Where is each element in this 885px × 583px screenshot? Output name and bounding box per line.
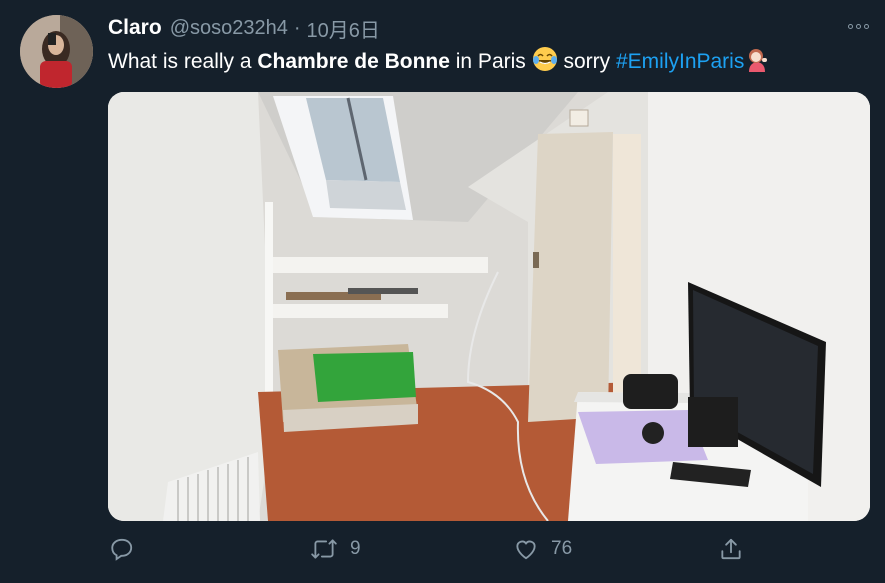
retweet-button[interactable]: 9 (310, 536, 361, 562)
hashtag-link[interactable]: #EmilyInParis (616, 50, 744, 73)
retweet-icon (311, 539, 337, 559)
tweet-media-photo[interactable] (108, 92, 870, 521)
separator-dot: · (293, 16, 301, 39)
tweet-text-part: sorry (557, 50, 616, 73)
share-icon (721, 538, 741, 560)
tweet-text-bold: Chambre de Bonne (257, 50, 450, 73)
avatar[interactable] (20, 15, 93, 88)
avatar-image (20, 15, 93, 88)
tweet-date[interactable]: 10月6日 (307, 14, 380, 43)
share-button[interactable] (718, 536, 744, 562)
tweet-header: Claro @soso232h4 · 10月6日 (108, 14, 380, 42)
like-button[interactable]: 76 (513, 536, 572, 562)
tweet-text: What is really a Chambre de Bonne in Par… (108, 46, 770, 81)
user-handle[interactable]: @soso232h4 (170, 17, 288, 40)
person-tipping-hand-icon (744, 46, 770, 81)
tweet-text-part: What is really a (108, 50, 258, 73)
room-photo (108, 92, 870, 521)
more-icon[interactable] (848, 24, 869, 29)
reply-icon (111, 538, 133, 561)
heart-icon (516, 540, 536, 560)
tweet-actions: 9 76 (0, 536, 885, 568)
like-count: 76 (551, 538, 573, 559)
face-with-tears-of-joy-icon (532, 46, 558, 81)
reply-button[interactable] (109, 536, 147, 562)
tweet-text-part: in Paris (449, 50, 532, 73)
retweet-count: 9 (350, 538, 361, 559)
display-name[interactable]: Claro (108, 16, 162, 40)
